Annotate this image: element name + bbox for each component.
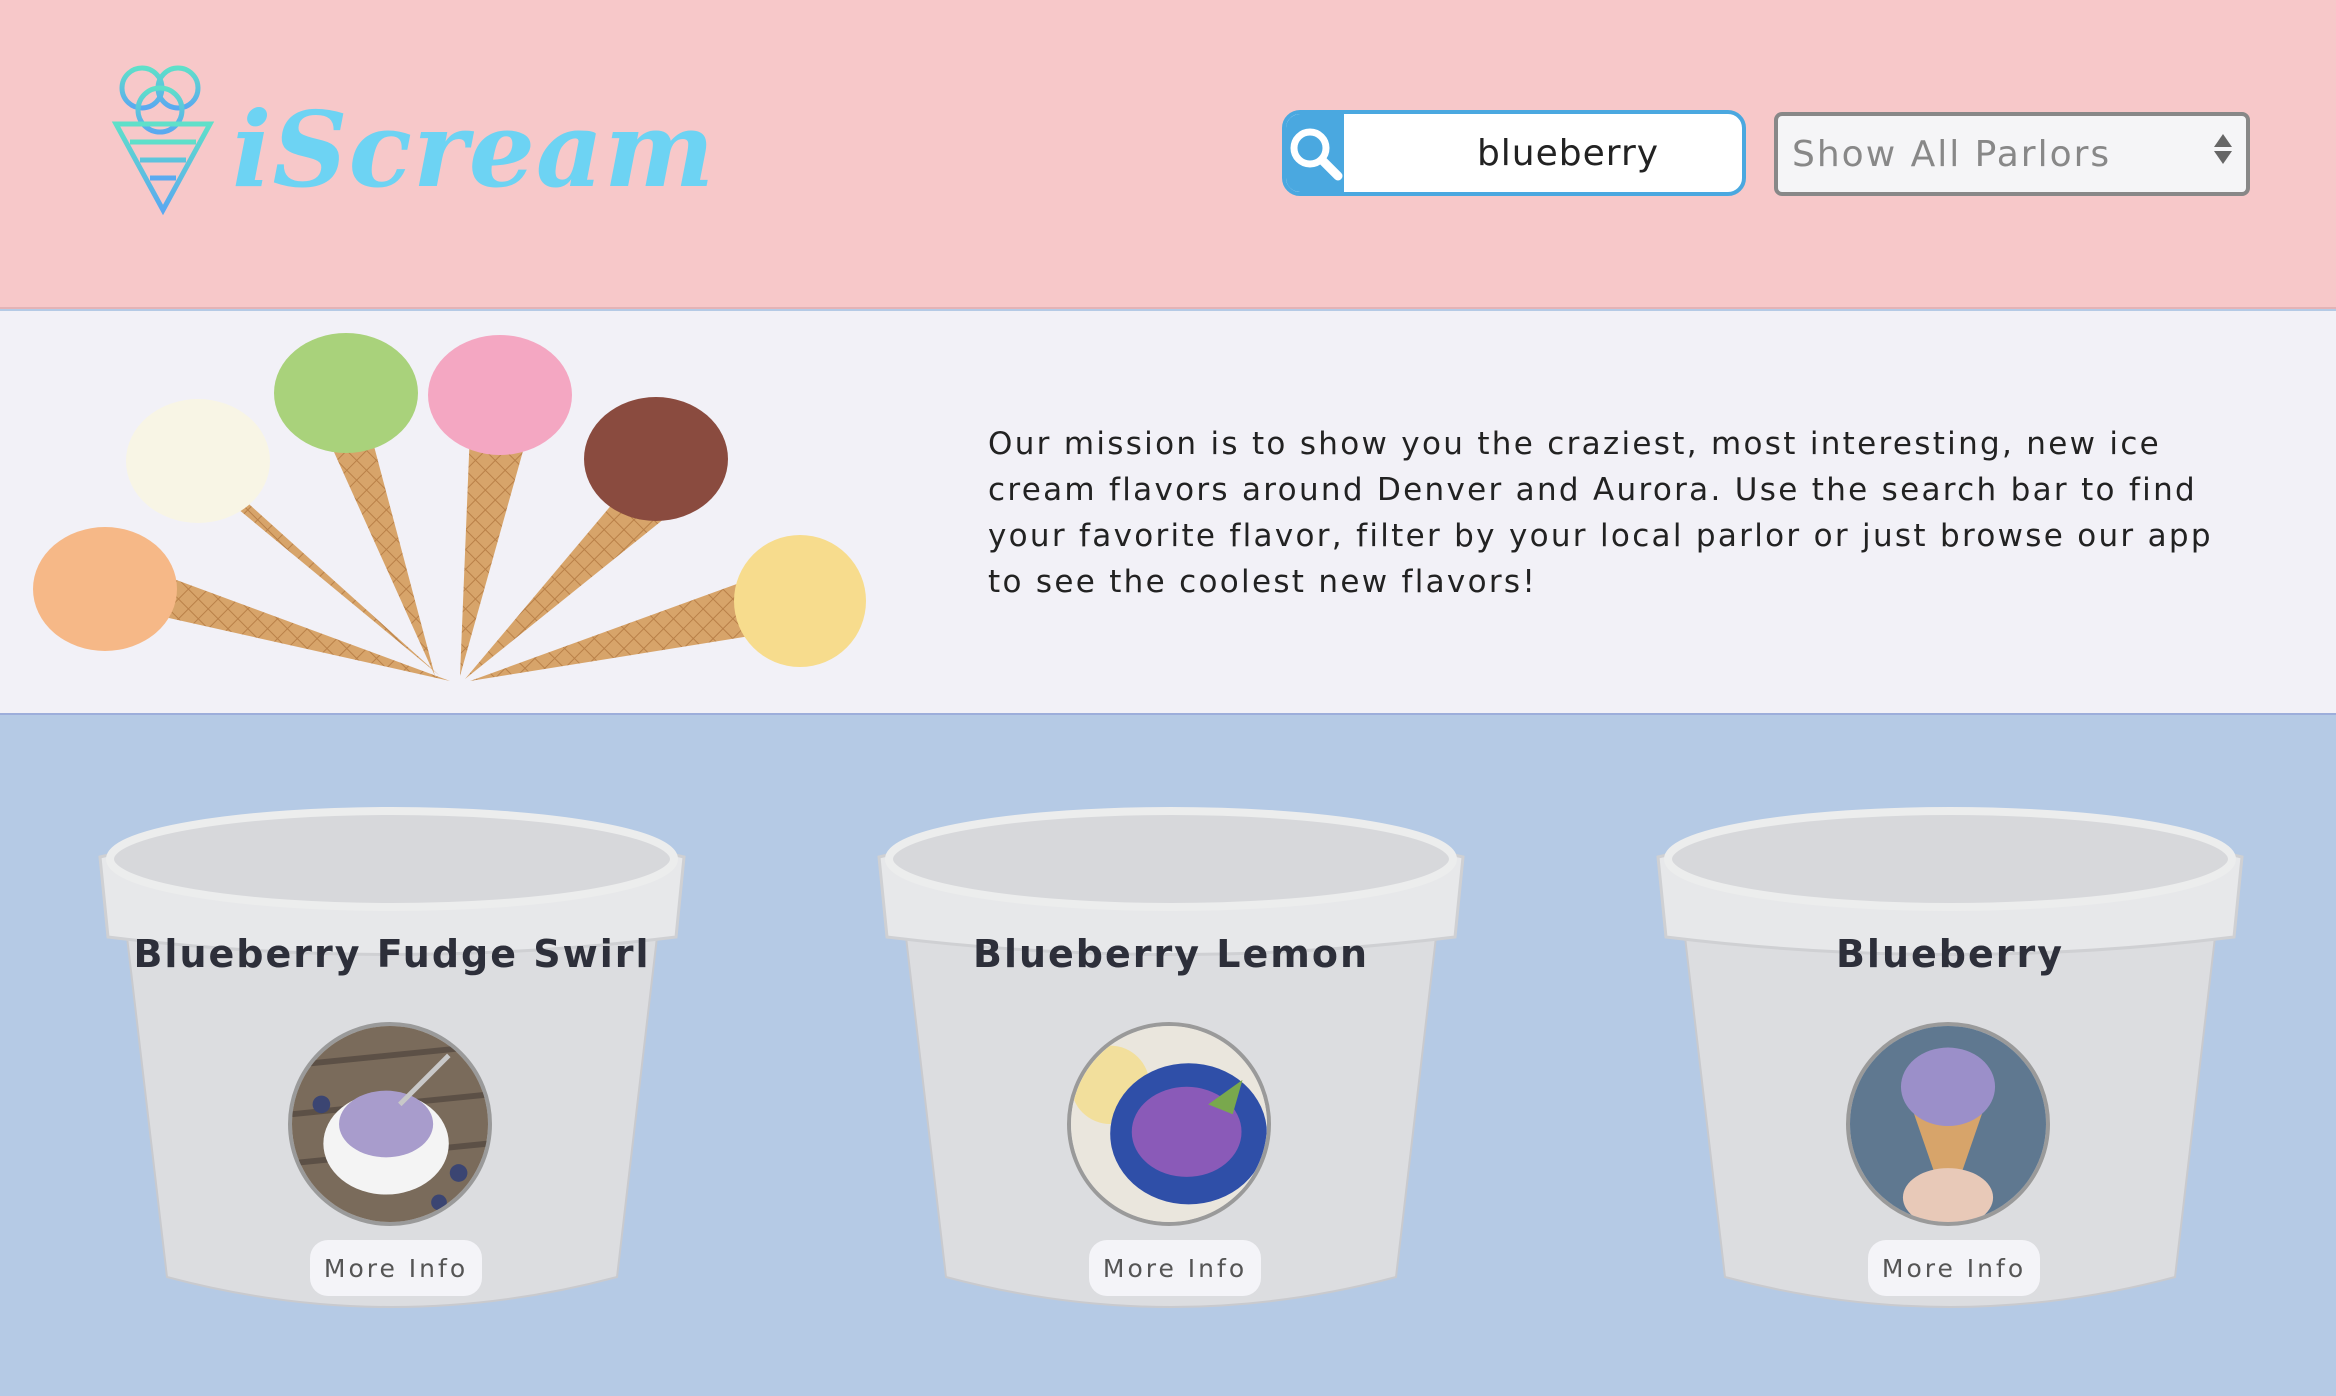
magnifier-icon [1290,128,1343,181]
more-info-button[interactable]: More Info [1089,1240,1261,1296]
flavor-title: Blueberry Lemon [972,932,1369,976]
search-box [1282,110,1746,196]
search-button[interactable] [1286,114,1344,192]
ice-cream-cones-image [33,333,866,681]
mission-text: Our mission is to show you the craziest,… [988,426,2213,600]
ice-cream-cone-icon [111,65,215,216]
logo-text: iScream [232,88,716,211]
more-info-button[interactable]: More Info [1868,1240,2040,1296]
more-info-button[interactable]: More Info [310,1240,482,1296]
flavor-card: Blueberry Fudge Swirl More Info [92,797,692,1337]
flavor-cards: Blueberry Fudge Swirl More Info Blueberr… [0,717,2336,1396]
parlor-filter-select[interactable]: Show All Parlors [1774,112,2250,196]
mission-section: Our mission is to show you the craziest,… [0,311,2336,715]
logo[interactable]: iScream [108,60,714,220]
parlor-filter-value: Show All Parlors [1792,133,2112,175]
header: iScream Show All Parlors [0,0,2336,309]
flavor-title: Blueberry Fudge Swirl [133,932,651,976]
flavor-card: Blueberry Lemon More Info [871,797,1471,1337]
up-down-arrows-icon [2214,134,2232,164]
flavor-photo [1846,1022,2050,1226]
search-input[interactable] [1344,114,1742,192]
flavor-card: Blueberry More Info [1650,797,2250,1337]
flavor-photo [288,1022,492,1226]
flavor-title: Blueberry [1835,932,2065,976]
flavor-photo [1067,1022,1271,1226]
